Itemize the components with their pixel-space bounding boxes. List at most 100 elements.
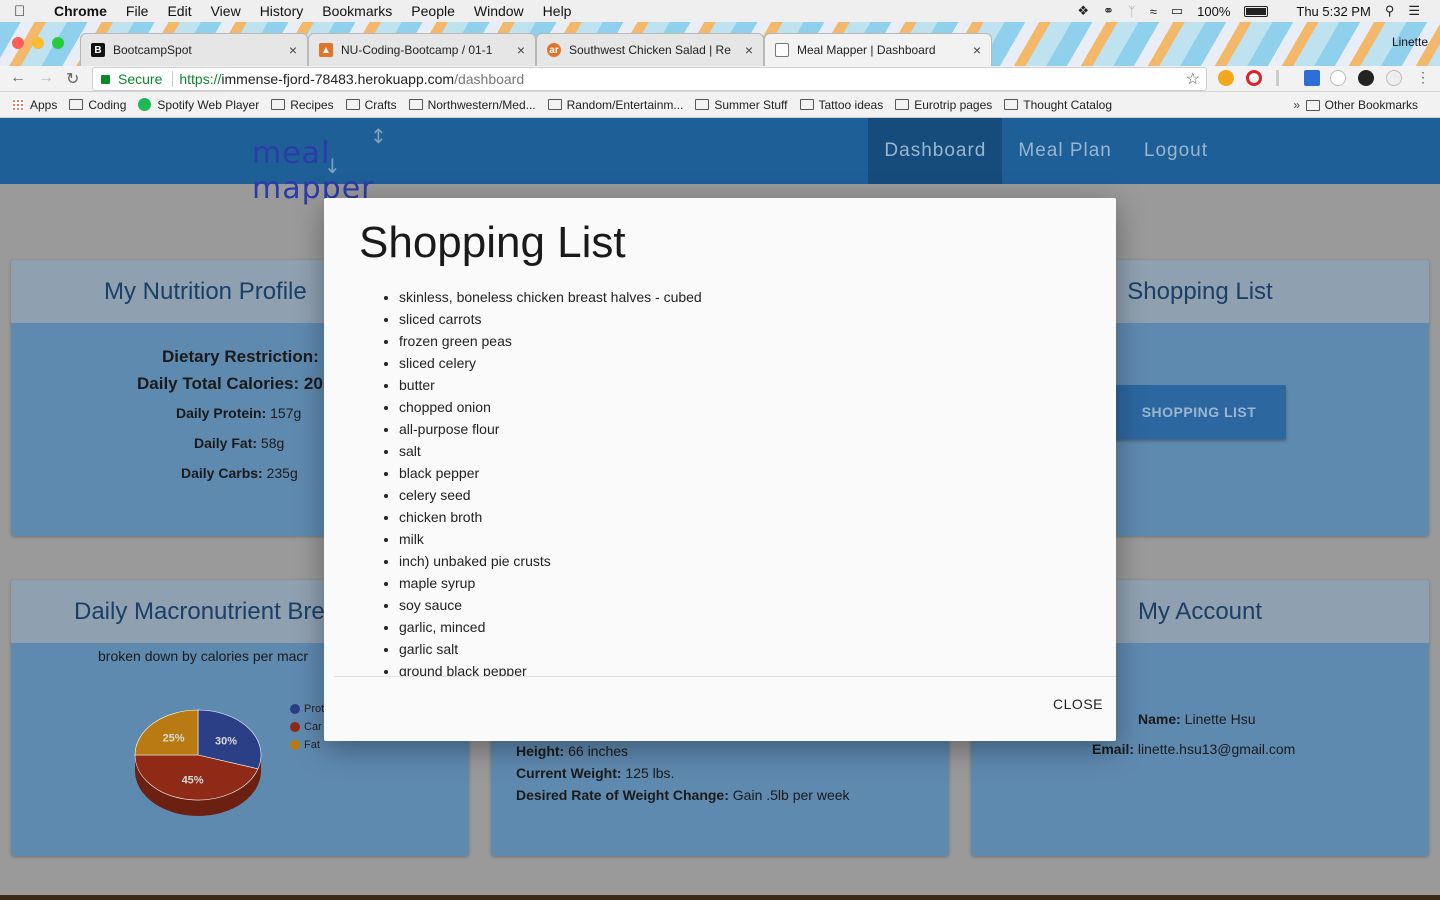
bookmark-label: Apps	[30, 97, 58, 112]
bookmark-eurotrip[interactable]: Eurotrip pages	[895, 98, 992, 112]
bookmark-thought-catalog[interactable]: Thought Catalog	[1004, 98, 1112, 112]
bookmark-label: Tattoo ideas	[818, 97, 884, 112]
tab-southwest-chicken-salad[interactable]: ar Southwest Chicken Salad | Re ×	[536, 33, 764, 66]
opera-extension-icon[interactable]	[1246, 70, 1262, 86]
bookmark-label: Random/Entertainm...	[566, 97, 684, 112]
forward-arrow-icon[interactable]: →	[38, 69, 54, 87]
bookmark-crafts[interactable]: Crafts	[345, 97, 397, 112]
bookmark-tattoo-ideas[interactable]: Tattoo ideas	[799, 97, 884, 112]
weight-stat: Current Weight: 125 lbs.	[516, 765, 675, 781]
shopping-list-button[interactable]: SHOPPING LIST	[1112, 385, 1286, 439]
gitlab-fox-icon: ▲	[319, 43, 333, 57]
back-arrow-icon[interactable]: ←	[10, 69, 26, 87]
notification-center-icon[interactable]: ☰	[1408, 3, 1420, 19]
glasses-icon[interactable]: ⚭	[1103, 3, 1114, 19]
battery-icon[interactable]	[1244, 5, 1269, 17]
spotlight-search-icon[interactable]: ⚲	[1385, 3, 1395, 19]
circle-extension-icon[interactable]	[1330, 70, 1346, 86]
bookmark-label: Spotify Web Player	[157, 97, 260, 112]
bookmark-label: Summer Stuff	[714, 97, 788, 112]
apple-icon[interactable]: 	[14, 3, 30, 20]
battery-percent: 100%	[1197, 3, 1231, 19]
url-scheme: https://	[179, 71, 222, 87]
bookmark-apps[interactable]: Apps	[12, 98, 57, 112]
menu-help[interactable]: Help	[543, 3, 572, 19]
bookmark-label: Coding	[88, 97, 127, 112]
more-bookmarks-chevron-icon[interactable]: »	[1293, 98, 1300, 112]
shopping-list-modal: Shopping List skinless, boneless chicken…	[324, 198, 1116, 741]
legend-fat: Fat	[290, 739, 320, 751]
close-window-button[interactable]	[12, 37, 24, 49]
dropbox-icon[interactable]: ❖	[1077, 3, 1089, 19]
site-nav: Dashboard Meal Plan Logout	[868, 118, 1224, 184]
daily-fat: Daily Fat: 58g	[194, 435, 285, 451]
airplay-icon[interactable]: ▭	[1171, 3, 1183, 19]
bookmark-random[interactable]: Random/Entertainm...	[547, 97, 684, 112]
apps-grid-icon	[12, 98, 24, 111]
logo-arrow-down-icon: ↓	[324, 154, 342, 178]
bookmark-label: Crafts	[364, 97, 397, 112]
menu-file[interactable]: File	[126, 3, 149, 19]
close-tab-icon[interactable]: ×	[289, 42, 297, 58]
bookmark-label: Northwestern/Med...	[427, 97, 536, 112]
close-tab-icon[interactable]: ×	[745, 42, 753, 58]
react-extension-icon[interactable]	[1386, 70, 1402, 86]
wifi-icon[interactable]: ≈	[1150, 4, 1157, 19]
list-item: milk	[399, 528, 702, 550]
zoom-window-button[interactable]	[52, 37, 64, 49]
bluetooth-icon[interactable]: ᛉ	[1128, 4, 1136, 19]
menu-app-chrome[interactable]: Chrome	[54, 3, 107, 19]
legend-swatch	[290, 704, 300, 714]
minimize-window-button[interactable]	[32, 37, 44, 49]
bookmark-label: Recipes	[290, 97, 334, 112]
tab-meal-mapper-dashboard[interactable]: Meal Mapper | Dashboard ×	[764, 33, 992, 66]
account-name: Name: Linette Hsu	[1138, 711, 1256, 727]
tab-bootcampspot[interactable]: B BootcampSpot ×	[80, 33, 308, 66]
rate-stat: Desired Rate of Weight Change: Gain .5lb…	[516, 787, 850, 803]
folder-icon	[69, 99, 84, 110]
menubar-clock[interactable]: Thu 5:32 PM	[1296, 4, 1370, 19]
chrome-profile-button[interactable]: Linette	[1392, 35, 1428, 49]
evernote-extension-icon[interactable]	[1358, 70, 1374, 86]
list-item: skinless, boneless chicken breast halves…	[399, 286, 702, 308]
screen-capture-extension-icon[interactable]	[1304, 70, 1320, 86]
honey-extension-icon[interactable]	[1218, 70, 1234, 86]
menu-people[interactable]: People	[411, 3, 455, 19]
nav-meal-plan[interactable]: Meal Plan	[1002, 118, 1128, 184]
close-tab-icon[interactable]: ×	[973, 42, 981, 58]
bookmark-star-icon[interactable]: ☆	[1186, 69, 1200, 89]
list-item: sliced celery	[399, 352, 702, 374]
chrome-menu-icon[interactable]: ⋮	[1416, 69, 1430, 86]
nav-logout[interactable]: Logout	[1128, 118, 1224, 184]
list-item: black pepper	[399, 462, 702, 484]
menu-window[interactable]: Window	[474, 3, 524, 19]
reload-icon[interactable]: ↻	[66, 69, 79, 89]
menu-view[interactable]: View	[211, 3, 241, 19]
bookmark-northwestern[interactable]: Northwestern/Med...	[408, 97, 536, 112]
macro-subtitle: broken down by calories per macr	[98, 648, 309, 664]
menu-edit[interactable]: Edit	[167, 3, 191, 19]
bookmark-recipes[interactable]: Recipes	[271, 97, 334, 112]
daily-carbs: Daily Carbs: 235g	[181, 465, 298, 481]
bookmark-spotify[interactable]: Spotify Web Player	[138, 98, 259, 112]
bookmark-label: Eurotrip pages	[914, 97, 993, 112]
bookmark-summer-stuff[interactable]: Summer Stuff	[695, 97, 788, 112]
close-tab-icon[interactable]: ×	[517, 42, 525, 58]
modal-footer-divider	[334, 676, 1116, 677]
tab-nu-coding-bootcamp[interactable]: ▲ NU-Coding-Bootcamp / 01-1 ×	[308, 33, 536, 66]
shopping-list-scroll-area[interactable]: skinless, boneless chicken breast halves…	[324, 285, 1116, 676]
folder-icon	[799, 99, 814, 110]
shopping-list: skinless, boneless chicken breast halves…	[399, 286, 702, 676]
close-modal-button[interactable]: CLOSE	[1053, 696, 1103, 712]
meal-mapper-logo[interactable]: ↕ meal mapper ↓	[252, 124, 462, 206]
nav-dashboard[interactable]: Dashboard	[868, 118, 1003, 184]
menu-history[interactable]: History	[260, 3, 304, 19]
bookmark-other[interactable]: Other Bookmarks	[1305, 92, 1418, 118]
bookmarks-bar: Apps Coding Spotify Web Player Recipes C…	[0, 92, 1440, 118]
omnibox-divider	[172, 71, 174, 87]
bookmark-coding[interactable]: Coding	[69, 98, 126, 112]
daily-protein: Daily Protein: 157g	[176, 405, 302, 421]
menu-bookmarks[interactable]: Bookmarks	[322, 3, 392, 19]
address-bar[interactable]: Secure https:// immense-fjord-78483.hero…	[92, 67, 1207, 91]
legend-swatch	[290, 722, 300, 732]
